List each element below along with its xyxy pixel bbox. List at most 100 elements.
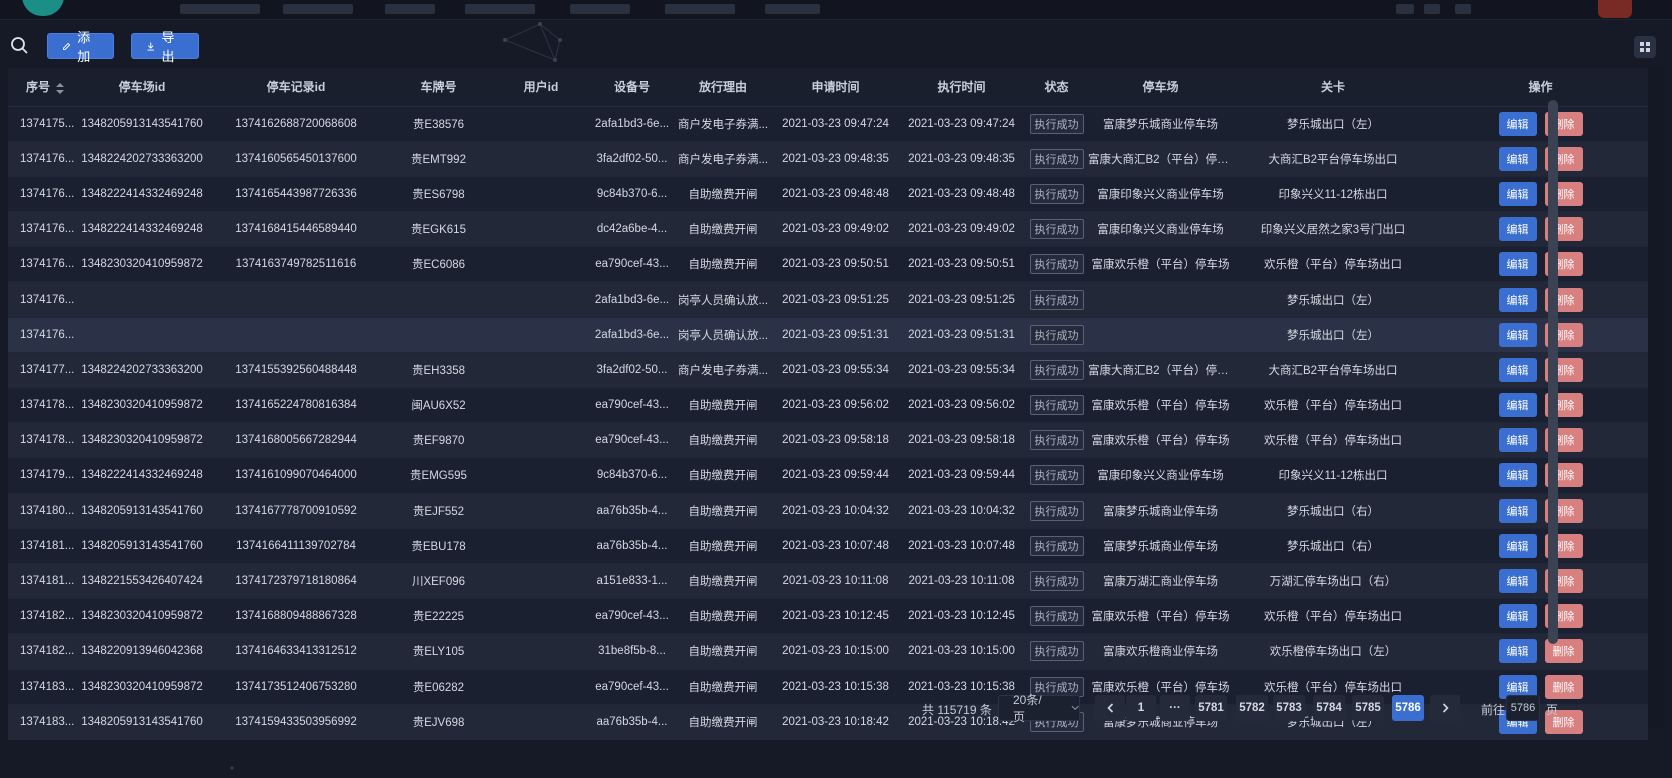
table-row[interactable]: 1374182... 1348220913946042368 13741646334… bbox=[8, 633, 1648, 670]
plate-number-cell: 贵EMT992 bbox=[386, 141, 491, 177]
table-row[interactable]: 1374176... 2afa1bd3-6e... 岗亭人员确认放... 2021-0… bbox=[8, 281, 1648, 318]
nav-item[interactable] bbox=[385, 4, 435, 14]
row-actions: 编辑 删除 bbox=[1433, 146, 1648, 171]
edit-button[interactable]: 编辑 bbox=[1498, 533, 1537, 558]
export-button[interactable]: 导出 bbox=[131, 30, 199, 64]
column-header[interactable]: 序号 bbox=[8, 68, 78, 107]
page-button-first[interactable]: 1 bbox=[1126, 695, 1156, 721]
page-ellipsis-button[interactable]: ··· bbox=[1160, 695, 1190, 721]
page-button[interactable]: 5784 bbox=[1313, 695, 1345, 721]
nav-item[interactable] bbox=[665, 4, 735, 14]
apply-time-cell: 2021-03-23 09:55:34 bbox=[773, 352, 898, 389]
sort-icon[interactable] bbox=[56, 82, 65, 94]
execute-time-cell: 2021-03-23 09:56:02 bbox=[898, 387, 1025, 424]
table-row[interactable]: 1374176... 1348222414332469248 13741654439… bbox=[8, 176, 1648, 213]
goto-suffix: 页 bbox=[1546, 703, 1559, 717]
table-row[interactable]: 1374176... 1348230320410959872 13741637497… bbox=[8, 246, 1648, 283]
edit-button[interactable]: 编辑 bbox=[1498, 322, 1537, 347]
grid-view-icon[interactable] bbox=[1634, 36, 1656, 58]
nav-item[interactable] bbox=[570, 4, 630, 14]
table-row[interactable]: 1374176... 2afa1bd3-6e... 岗亭人员确认放... 2021-0… bbox=[8, 317, 1648, 353]
edit-button[interactable]: 编辑 bbox=[1498, 463, 1537, 488]
table-row[interactable]: 1374178... 1348230320410959872 13741680056… bbox=[8, 422, 1648, 459]
edit-button[interactable]: 编辑 bbox=[1498, 111, 1537, 136]
parking-lot-id-cell: 1348221553426407424 bbox=[78, 563, 206, 600]
plate-number-cell: 贵EF9870 bbox=[386, 422, 491, 459]
gate-name-cell: 印象兴义11-12栋出口 bbox=[1233, 176, 1433, 213]
table-row[interactable]: 1374178... 1348230320410959872 13741652247… bbox=[8, 387, 1648, 424]
column-header-label: 关卡 bbox=[1320, 80, 1345, 95]
edit-button[interactable]: 编辑 bbox=[1498, 498, 1537, 523]
edit-button[interactable]: 编辑 bbox=[1498, 639, 1537, 664]
page-size-select[interactable]: 20条/页 bbox=[998, 693, 1080, 724]
goto-page-input[interactable]: 5786 bbox=[1506, 695, 1540, 721]
plate-number-cell: 川XEF096 bbox=[386, 563, 491, 600]
add-button[interactable]: 添加 bbox=[47, 30, 114, 64]
edit-button[interactable]: 编辑 bbox=[1498, 569, 1537, 594]
actions-cell: 编辑 删除 bbox=[1433, 281, 1648, 318]
nav-item[interactable] bbox=[180, 4, 260, 14]
search-icon[interactable] bbox=[10, 36, 30, 56]
page-button[interactable]: 5785 bbox=[1352, 695, 1384, 721]
edit-button[interactable]: 编辑 bbox=[1498, 428, 1537, 453]
edit-button[interactable]: 编辑 bbox=[1498, 357, 1537, 382]
page-button[interactable]: 5782 bbox=[1236, 695, 1268, 721]
nav-item[interactable] bbox=[765, 4, 820, 14]
execute-time-cell: 2021-03-23 10:11:08 bbox=[898, 563, 1025, 600]
download-icon bbox=[147, 42, 154, 51]
table-row[interactable]: 1374175... 1348205913143541760 13741626887… bbox=[8, 106, 1648, 142]
table-row[interactable]: 1374182... 1348230320410959872 13741688094… bbox=[8, 598, 1648, 635]
page-button-current[interactable]: 5786 bbox=[1392, 695, 1424, 721]
status-badge: 执行成功 bbox=[1029, 324, 1084, 345]
table-row[interactable]: 1374176... 1348222414332469248 13741684154… bbox=[8, 211, 1648, 248]
status-badge: 执行成功 bbox=[1029, 430, 1084, 451]
table-row[interactable]: 1374180... 1348205913143541760 13741677787… bbox=[8, 493, 1648, 529]
execute-time-cell: 2021-03-23 09:55:34 bbox=[898, 352, 1025, 389]
status-cell: 执行成功 bbox=[1025, 211, 1088, 248]
device-id-cell: 9c84b370-6... bbox=[591, 457, 673, 494]
status-badge: 执行成功 bbox=[1029, 535, 1084, 556]
release-reason-cell: 岗亭人员确认放... bbox=[673, 317, 773, 353]
row-index-cell: 1374178... bbox=[8, 422, 78, 459]
execute-time-cell: 2021-03-23 10:04:32 bbox=[898, 493, 1025, 529]
edit-button[interactable]: 编辑 bbox=[1498, 393, 1537, 418]
next-page-button[interactable] bbox=[1430, 695, 1460, 721]
table-row[interactable]: 1374177... 1348224202733363200 13741553925… bbox=[8, 352, 1648, 389]
column-header: 停车场 bbox=[1088, 68, 1233, 107]
edit-button[interactable]: 编辑 bbox=[1498, 252, 1537, 277]
pagination: 共 115719 条 20条/页 1 ··· 5781 5782 5783 57… bbox=[0, 693, 1672, 724]
status-badge: 执行成功 bbox=[1029, 289, 1084, 310]
vertical-scrollbar[interactable] bbox=[1548, 100, 1558, 644]
nav-icon[interactable] bbox=[1424, 4, 1440, 14]
page-button[interactable]: 5781 bbox=[1195, 695, 1227, 721]
nav-item[interactable] bbox=[283, 4, 353, 14]
nav-icon[interactable] bbox=[1396, 4, 1414, 14]
grid-icon bbox=[1640, 42, 1650, 52]
table-row[interactable]: 1374181... 1348205913143541760 13741664111… bbox=[8, 528, 1648, 564]
edit-button[interactable]: 编辑 bbox=[1498, 146, 1537, 171]
status-cell: 执行成功 bbox=[1025, 633, 1088, 670]
parking-record-id-cell: 1374172379718180864 bbox=[206, 563, 386, 600]
edit-button[interactable]: 编辑 bbox=[1498, 604, 1537, 629]
status-badge: 执行成功 bbox=[1029, 395, 1084, 416]
edit-button[interactable]: 编辑 bbox=[1498, 181, 1537, 206]
status-cell: 执行成功 bbox=[1025, 281, 1088, 318]
column-header-label: 停车记录id bbox=[266, 80, 326, 95]
edit-button[interactable]: 编辑 bbox=[1498, 287, 1537, 312]
apply-time-cell: 2021-03-23 09:59:44 bbox=[773, 457, 898, 494]
parking-lot-name-cell: 富康梦乐城商业停车场 bbox=[1088, 106, 1233, 142]
user-avatar[interactable] bbox=[1598, 0, 1632, 18]
nav-item[interactable] bbox=[465, 4, 535, 14]
column-header: 用户id bbox=[491, 68, 591, 107]
nav-icon[interactable] bbox=[1455, 4, 1471, 14]
table-row[interactable]: 1374179... 1348222414332469248 13741610990… bbox=[8, 457, 1648, 494]
edit-button[interactable]: 编辑 bbox=[1498, 217, 1537, 242]
table-row[interactable]: 1374181... 1348221553426407424 13741723797… bbox=[8, 563, 1648, 600]
apply-time-cell: 2021-03-23 09:47:24 bbox=[773, 106, 898, 142]
plate-number-cell: 贵EJF552 bbox=[386, 493, 491, 529]
page-button[interactable]: 5783 bbox=[1273, 695, 1305, 721]
table-row[interactable]: 1374176... 1348224202733363200 13741605654… bbox=[8, 141, 1648, 177]
release-reason-cell: 自助缴费开闸 bbox=[673, 387, 773, 424]
apply-time-cell: 2021-03-23 09:48:35 bbox=[773, 141, 898, 177]
prev-page-button[interactable] bbox=[1095, 695, 1125, 721]
